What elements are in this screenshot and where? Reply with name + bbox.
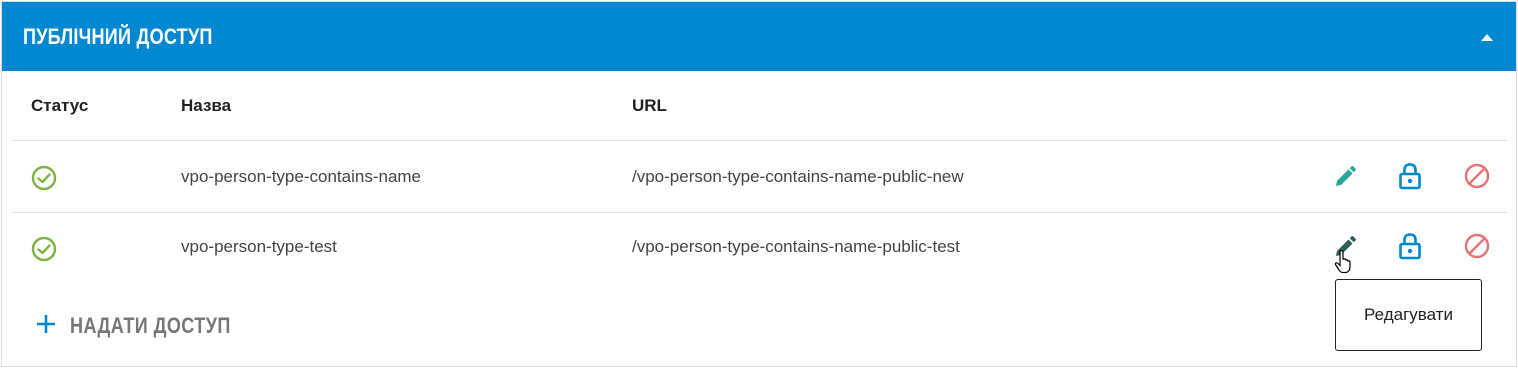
check-circle-icon	[31, 236, 57, 262]
check-circle-icon	[31, 165, 57, 191]
column-header-url: URL	[632, 96, 667, 115]
row-url: /vpo-person-type-contains-name-public-ne…	[632, 167, 964, 186]
lock-icon[interactable]	[1397, 232, 1423, 260]
divider	[12, 140, 1507, 141]
row-name: vpo-person-type-test	[181, 237, 337, 256]
divider	[12, 212, 1507, 213]
hand-cursor-icon	[1334, 249, 1354, 274]
plus-icon	[36, 314, 56, 339]
panel-title: ПУБЛІЧНИЙ ДОСТУП	[23, 24, 213, 49]
block-icon[interactable]	[1464, 163, 1490, 189]
row-name: vpo-person-type-contains-name	[181, 167, 422, 186]
edit-icon[interactable]	[1332, 164, 1358, 190]
row-url: /vpo-person-type-contains-name-public-te…	[632, 237, 960, 256]
column-header-name: Назва	[181, 96, 232, 115]
caret-up-icon[interactable]	[1480, 30, 1494, 41]
tooltip-text: Редагувати	[1364, 305, 1453, 324]
panel-header[interactable]: ПУБЛІЧНИЙ ДОСТУП	[2, 2, 1516, 71]
add-access-label: НАДАТИ ДОСТУП	[70, 313, 231, 338]
lock-icon[interactable]	[1397, 162, 1423, 190]
add-access-button[interactable]: НАДАТИ ДОСТУП	[36, 313, 266, 339]
edit-tooltip: Редагувати	[1335, 279, 1482, 351]
column-header-status: Статус	[31, 96, 89, 115]
block-icon[interactable]	[1464, 233, 1490, 259]
